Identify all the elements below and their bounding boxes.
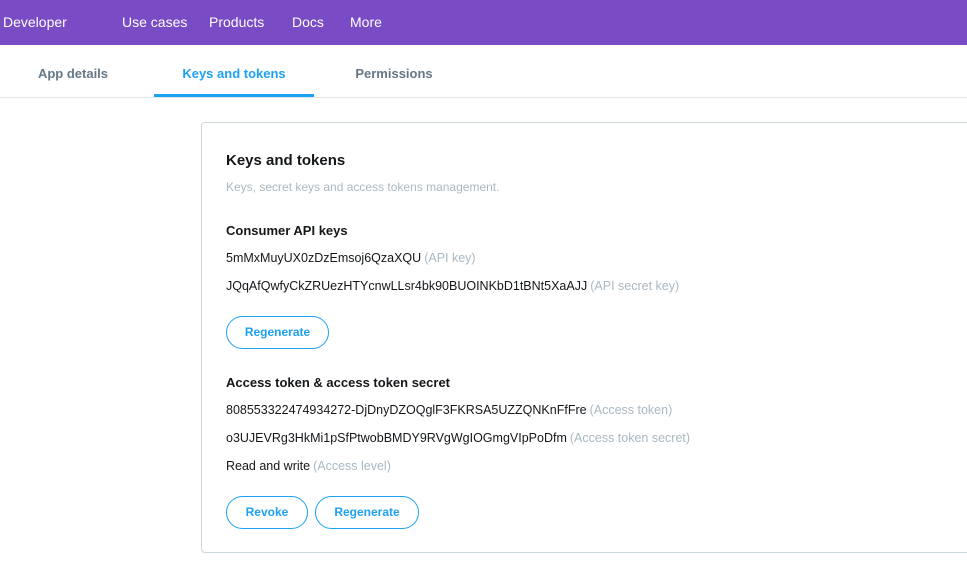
tab-keys-and-tokens[interactable]: Keys and tokens [154, 45, 314, 97]
api-secret-key-value: JQqAfQwfyCkZRUezHTYcnwLLsr4bk90BUOINKbD1… [226, 279, 588, 293]
nav-docs[interactable]: Docs [292, 14, 324, 31]
access-token-secret-row: o3UJEVRg3HkMi1pSfPtwobBMDY9RVgWgIOGmgVIp… [226, 431, 690, 445]
tab-app-details[interactable]: App details [3, 45, 143, 97]
api-secret-key-hint: (API secret key) [590, 279, 680, 293]
access-token-secret-value: o3UJEVRg3HkMi1pSfPtwobBMDY9RVgWgIOGmgVIp… [226, 431, 567, 445]
access-token-value: 808553322474934272-DjDnyDZOQglF3FKRSA5UZ… [226, 403, 587, 417]
access-token-secret-hint: (Access token secret) [569, 431, 691, 445]
access-token-hint: (Access token) [589, 403, 673, 417]
nav-use-cases[interactable]: Use cases [122, 14, 187, 31]
tab-permissions[interactable]: Permissions [324, 45, 464, 97]
revoke-access-token-button[interactable]: Revoke [226, 496, 308, 529]
app-tabs: App details Keys and tokens Permissions [0, 45, 967, 98]
api-key-row: 5mMxMuyUX0zDzEmsoj6QzaXQU (API key) [226, 251, 476, 265]
access-level-hint: (Access level) [313, 459, 391, 473]
card-subtitle: Keys, secret keys and access tokens mana… [226, 180, 500, 194]
consumer-api-keys-heading: Consumer API keys [226, 223, 348, 238]
api-key-hint: (API key) [424, 251, 476, 265]
access-token-heading: Access token & access token secret [226, 375, 451, 390]
access-level-row: Read and write (Access level) [226, 459, 391, 473]
regenerate-consumer-keys-button[interactable]: Regenerate [226, 316, 329, 349]
top-navigation-bar: Developer Use cases Products Docs More [0, 0, 967, 45]
access-level-value: Read and write [226, 459, 311, 473]
regenerate-access-token-button[interactable]: Regenerate [315, 496, 419, 529]
api-secret-key-row: JQqAfQwfyCkZRUezHTYcnwLLsr4bk90BUOINKbD1… [226, 279, 679, 293]
keys-and-tokens-card: Keys and tokens Keys, secret keys and ac… [201, 122, 967, 553]
nav-products[interactable]: Products [209, 14, 264, 31]
nav-more[interactable]: More [350, 14, 382, 31]
api-key-value: 5mMxMuyUX0zDzEmsoj6QzaXQU [226, 251, 422, 265]
developer-home-link[interactable]: Developer [3, 14, 67, 31]
access-token-row: 808553322474934272-DjDnyDZOQglF3FKRSA5UZ… [226, 403, 672, 417]
card-title: Keys and tokens [226, 152, 346, 169]
